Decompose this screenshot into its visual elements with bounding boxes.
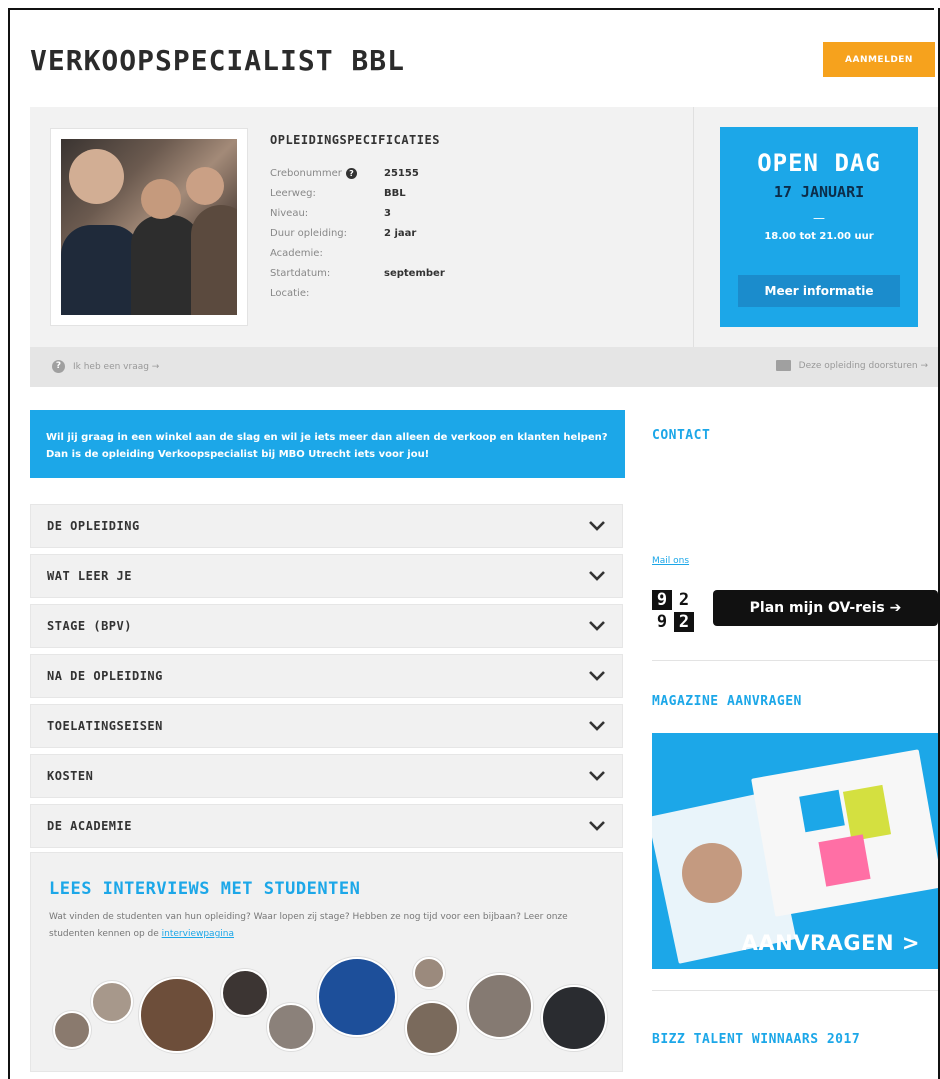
contact-heading: CONTACT <box>652 428 711 443</box>
spec-label: Crebonummer <box>270 167 342 179</box>
chevron-down-icon <box>589 621 605 631</box>
spec-label: Leerweg: <box>270 187 316 199</box>
spec-value: 25155 <box>384 167 419 179</box>
chevron-down-icon <box>589 671 605 681</box>
magazine-request-label: AANVRAGEN > <box>741 931 920 955</box>
mail-icon <box>775 360 791 371</box>
student-avatar[interactable] <box>413 957 445 989</box>
student-avatar[interactable] <box>91 981 133 1023</box>
accordion-label: DE OPLEIDING <box>47 519 140 533</box>
spec-label: Locatie: <box>270 287 310 299</box>
plan-ov-trip-button[interactable]: Plan mijn OV-reis ➔ <box>713 590 938 626</box>
specifications-table: Crebonummer? 25155 Leerweg: BBL Niveau: … <box>270 163 445 303</box>
spec-value: BBL <box>384 187 406 199</box>
spec-row-locatie: Locatie: <box>270 283 445 303</box>
course-accordion: DE OPLEIDING WAT LEER JE STAGE (BPV) NA … <box>30 504 623 854</box>
accordion-item-stage[interactable]: STAGE (BPV) <box>30 604 623 648</box>
spec-value: 2 jaar <box>384 227 417 239</box>
magazine-spread-block <box>818 834 871 887</box>
spec-row-crebonummer: Crebonummer? 25155 <box>270 163 445 183</box>
magazine-request-banner[interactable]: AANVRAGEN > <box>652 733 938 969</box>
signup-button[interactable]: AANMELDEN <box>823 42 935 77</box>
spec-value: september <box>384 267 445 279</box>
more-info-button[interactable]: Meer informatie <box>738 275 900 307</box>
page-title: VERKOOPSPECIALIST BBL <box>30 44 406 77</box>
student-avatar[interactable] <box>267 1003 315 1051</box>
spec-row-leerweg: Leerweg: BBL <box>270 183 445 203</box>
action-bar: ? Ik heb een vraag → Deze opleiding door… <box>30 347 938 387</box>
student-avatar[interactable] <box>541 985 607 1051</box>
open-day-date: 17 JANUARI <box>773 183 865 201</box>
magazine-spread-block <box>842 784 892 842</box>
student-avatar[interactable] <box>405 1001 459 1055</box>
intro-banner: Wil jij graag in een winkel aan de slag … <box>30 410 625 478</box>
interview-page-link[interactable]: interviewpagina <box>162 929 234 939</box>
magazine-heading: MAGAZINE AANVRAGEN <box>652 694 802 709</box>
sidebar-divider <box>652 660 938 661</box>
magazine-spread <box>751 749 938 917</box>
chevron-down-icon <box>589 771 605 781</box>
9292-logo[interactable]: 9 2 9 2 <box>652 590 706 636</box>
accordion-label: STAGE (BPV) <box>47 619 132 633</box>
interviews-description: Wat vinden de studenten van hun opleidin… <box>49 912 568 939</box>
chevron-down-icon <box>589 521 605 531</box>
spec-row-niveau: Niveau: 3 <box>270 203 445 223</box>
accordion-item-kosten[interactable]: KOSTEN <box>30 754 623 798</box>
accordion-item-na-de-opleiding[interactable]: NA DE OPLEIDING <box>30 654 623 698</box>
spec-value: 3 <box>384 207 391 219</box>
question-icon: ? <box>52 360 65 373</box>
open-day-title: OPEN DAG <box>757 149 881 177</box>
interviews-text: Wat vinden de studenten van hun opleidin… <box>49 909 609 943</box>
spec-label: Niveau: <box>270 207 309 219</box>
spec-row-academie: Academie: <box>270 243 445 263</box>
spec-row-startdatum: Startdatum: september <box>270 263 445 283</box>
course-photo-frame <box>50 128 248 326</box>
accordion-label: TOELATINGSEISEN <box>47 719 163 733</box>
logo-digit: 9 <box>652 590 672 610</box>
logo-digit: 9 <box>652 612 672 632</box>
open-day-time: 18.00 tot 21.00 uur <box>764 231 874 242</box>
spec-label: Duur opleiding: <box>270 227 348 239</box>
student-avatar[interactable] <box>221 969 269 1017</box>
accordion-item-de-opleiding[interactable]: DE OPLEIDING <box>30 504 623 548</box>
logo-digit: 2 <box>674 590 694 610</box>
accordion-label: KOSTEN <box>47 769 94 783</box>
chevron-down-icon <box>589 721 605 731</box>
student-avatar[interactable] <box>467 973 533 1039</box>
forward-label: Deze opleiding doorsturen → <box>798 360 928 371</box>
accordion-item-wat-leer-je[interactable]: WAT LEER JE <box>30 554 623 598</box>
interviews-title: LEES INTERVIEWS MET STUDENTEN <box>49 879 361 899</box>
info-icon[interactable]: ? <box>345 167 357 179</box>
spec-label: Startdatum: <box>270 267 331 279</box>
sidebar-divider <box>652 990 938 991</box>
chevron-down-icon <box>589 821 605 831</box>
open-day-divider: — <box>813 211 825 225</box>
student-avatar[interactable] <box>53 1011 91 1049</box>
student-avatar[interactable] <box>139 977 215 1053</box>
interviews-block: LEES INTERVIEWS MET STUDENTEN Wat vinden… <box>30 852 623 1072</box>
question-label: Ik heb een vraag → <box>73 361 160 372</box>
chevron-down-icon <box>589 571 605 581</box>
course-photo <box>61 139 237 315</box>
open-day-card: OPEN DAG 17 JANUARI — 18.00 tot 21.00 uu… <box>720 127 918 327</box>
accordion-item-de-academie[interactable]: DE ACADEMIE <box>30 804 623 848</box>
magazine-spread-block <box>799 789 845 833</box>
spec-row-duur: Duur opleiding: 2 jaar <box>270 223 445 243</box>
student-avatar[interactable] <box>317 957 397 1037</box>
question-link[interactable]: ? Ik heb een vraag → <box>52 360 159 373</box>
logo-digit: 2 <box>674 612 694 632</box>
bizz-talent-heading: BIZZ TALENT WINNAARS 2017 <box>652 1032 861 1047</box>
accordion-label: WAT LEER JE <box>47 569 132 583</box>
accordion-label: DE ACADEMIE <box>47 819 132 833</box>
accordion-item-toelatingseisen[interactable]: TOELATINGSEISEN <box>30 704 623 748</box>
spec-label: Academie: <box>270 247 323 259</box>
mail-us-link[interactable]: Mail ons <box>652 556 689 566</box>
accordion-label: NA DE OPLEIDING <box>47 669 163 683</box>
specifications-heading: OPLEIDINGSPECIFICATIES <box>270 133 440 147</box>
forward-link[interactable]: Deze opleiding doorsturen → <box>775 360 928 371</box>
magazine-cover-person <box>682 843 742 903</box>
